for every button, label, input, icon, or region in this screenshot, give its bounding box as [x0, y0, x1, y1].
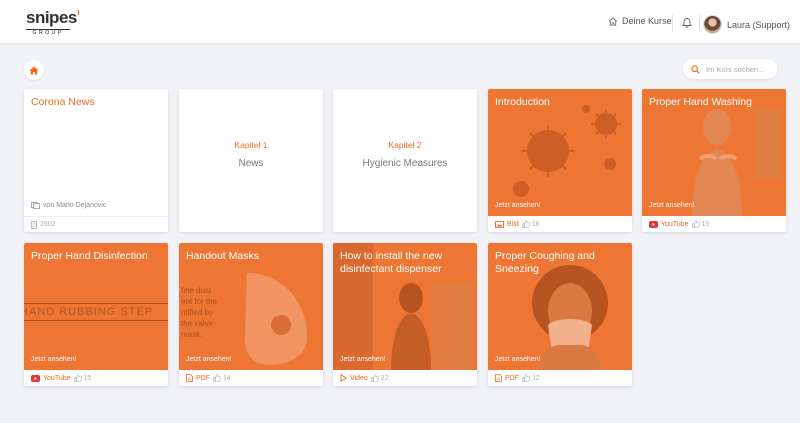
card-title: Proper Hand Washing — [649, 96, 752, 108]
youtube-icon — [649, 220, 658, 228]
course-card-corona-news[interactable]: Corona News von Mario Dejanovic 2602 — [24, 89, 168, 232]
watch-now-label: Jetzt ansehen! — [340, 356, 386, 363]
card-footer: YouTube 15 — [24, 370, 168, 386]
top-bar: snipes GROUP Deine Kurse Laura (Support) — [0, 0, 800, 44]
card-title: Proper Hand Disinfection — [31, 250, 148, 262]
thumbs-up-icon — [213, 374, 221, 382]
likes[interactable]: 14 — [213, 374, 231, 382]
likes-count: 15 — [83, 374, 92, 382]
watch-now-label: Jetzt ansehen! — [31, 356, 77, 363]
chapter-label: Kapitel 1 — [234, 140, 268, 150]
courses-link[interactable]: Deine Kurse — [608, 16, 672, 26]
header-divider — [699, 14, 700, 32]
image-icon — [495, 220, 504, 228]
card-thumbnail: Introduction Jetzt ansehen! — [488, 89, 632, 216]
likes[interactable]: 12 — [522, 374, 540, 382]
likes-count: 16 — [531, 220, 540, 228]
course-card-hand-disinfection[interactable]: HAND RUBBING STEP Proper Hand Disinfecti… — [24, 243, 168, 386]
course-card-hand-washing[interactable]: Proper Hand Washing Jetzt ansehen! YouTu… — [642, 89, 786, 232]
likes[interactable]: 22 — [370, 374, 389, 382]
logo-word: snipes — [26, 8, 77, 27]
chapter-name: Hygienic Measures — [362, 158, 448, 169]
card-title: How to install the new disinfectant disp… — [340, 250, 443, 275]
course-card-disinfectant-dispenser[interactable]: How to install the new disinfectant disp… — [333, 243, 477, 386]
search-input[interactable] — [706, 64, 772, 74]
thumbs-up-icon — [370, 374, 379, 382]
user-name: Laura (Support) — [727, 19, 791, 30]
card-thumbnail: HAND RUBBING STEP Proper Hand Disinfecti… — [24, 243, 168, 370]
chapter-card-2[interactable]: Kapitel 2 Hygienic Measures — [333, 89, 477, 232]
media-type: YouTube — [43, 374, 71, 382]
course-card-handout-masks[interactable]: fine dust ent for the ntified by the val… — [179, 243, 323, 386]
background-slide-text: HAND RUBBING STEP — [24, 303, 168, 321]
watch-now-label: Jetzt ansehen! — [495, 356, 541, 363]
search-icon — [691, 64, 700, 74]
card-footer: PDF 12 — [488, 370, 632, 386]
media-type: PDF — [196, 374, 210, 382]
thumbs-up-icon — [691, 220, 700, 228]
bell-icon[interactable] — [681, 16, 693, 28]
thumbs-up-icon — [521, 220, 530, 228]
likes-count: 22 — [380, 374, 389, 382]
course-card-coughing-sneezing[interactable]: Proper Coughing and Sneezing Jetzt anseh… — [488, 243, 632, 386]
card-title: Corona News — [31, 96, 95, 108]
card-author: von Mario Dejanovic — [31, 202, 106, 209]
card-footer: PDF 14 — [179, 370, 323, 386]
user-menu[interactable]: Laura (Support) — [703, 15, 790, 34]
thumbs-up-icon — [522, 374, 530, 382]
card-thumbnail: Proper Hand Washing Jetzt ansehen! — [642, 89, 786, 216]
chapter-label: Kapitel 2 — [388, 140, 422, 150]
courses-label: Deine Kurse — [622, 16, 672, 26]
watch-now-label: Jetzt ansehen! — [649, 202, 695, 209]
home-button[interactable] — [24, 60, 44, 80]
media-type: PDF — [505, 374, 519, 382]
chapter-card-1[interactable]: Kapitel 1 News — [179, 89, 323, 232]
course-card-introduction[interactable]: Introduction Jetzt ansehen! Bild 16 — [488, 89, 632, 232]
youtube-icon — [31, 374, 40, 382]
home-outline-icon — [608, 16, 618, 26]
pdf-icon — [495, 374, 502, 382]
author-icon — [31, 202, 40, 209]
card-thumbnail: Proper Coughing and Sneezing Jetzt anseh… — [488, 243, 632, 370]
background-slide-text: fine dust ent for the ntified by the val… — [181, 286, 218, 339]
likes-count: 12 — [532, 374, 540, 382]
card-footer: 2602 — [24, 216, 168, 232]
card-footer: YouTube 15 — [642, 216, 786, 232]
header-divider — [672, 14, 673, 32]
likes[interactable]: 15 — [691, 220, 710, 228]
chapter-name: News — [238, 158, 264, 169]
watch-now-label: Jetzt ansehen! — [186, 356, 232, 363]
card-title: Handout Masks — [186, 250, 259, 262]
play-icon — [340, 374, 347, 382]
media-type: YouTube — [661, 220, 689, 228]
home-icon — [29, 66, 39, 75]
likes-count: 14 — [223, 374, 231, 382]
card-title: Proper Coughing and Sneezing — [495, 250, 595, 275]
likes[interactable]: 16 — [521, 220, 540, 228]
likes[interactable]: 15 — [73, 374, 92, 382]
media-type: Bild — [507, 220, 519, 228]
views-count: 2602 — [40, 221, 56, 228]
course-search[interactable] — [683, 59, 777, 79]
media-type: Video — [350, 374, 368, 382]
card-footer: Bild 16 — [488, 216, 632, 232]
watch-now-label: Jetzt ansehen! — [495, 202, 541, 209]
card-thumbnail: How to install the new disinfectant disp… — [333, 243, 477, 370]
card-thumbnail: fine dust ent for the ntified by the val… — [179, 243, 323, 370]
snipes-logo[interactable]: snipes GROUP — [26, 9, 78, 37]
author-name: von Mario Dejanovic — [43, 202, 107, 209]
pdf-icon — [186, 374, 193, 382]
card-title: Introduction — [495, 96, 550, 108]
thumbs-up-icon — [73, 374, 82, 382]
card-footer: Video 22 — [333, 370, 477, 386]
likes-count: 15 — [701, 220, 710, 228]
views-icon — [31, 220, 37, 229]
avatar — [703, 15, 722, 34]
logo-subtitle: GROUP — [26, 29, 70, 36]
